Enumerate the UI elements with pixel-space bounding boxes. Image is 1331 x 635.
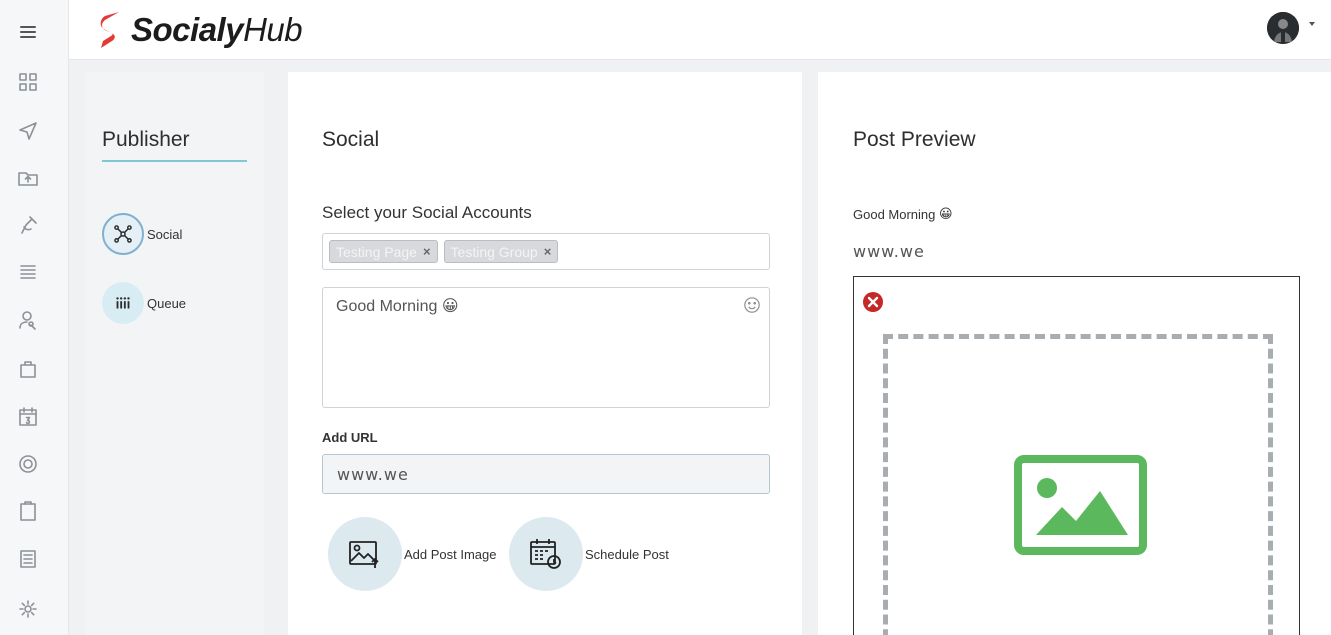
publisher-underline — [102, 160, 247, 162]
post-message-input[interactable]: Good Morning 😀 — [322, 287, 770, 408]
user-avatar-icon — [1267, 12, 1299, 44]
send-icon[interactable] — [14, 117, 42, 145]
add-post-image-label: Add Post Image — [404, 546, 497, 562]
chevron-down-icon[interactable] — [1309, 22, 1315, 26]
document-icon[interactable] — [14, 545, 42, 573]
image-dropzone[interactable] — [883, 334, 1273, 635]
image-placeholder-icon — [1014, 455, 1147, 555]
social-panel: Social Select your Social Accounts Testi… — [288, 72, 802, 635]
preview-title: Post Preview — [853, 128, 976, 151]
nav-item-social[interactable]: Social — [102, 213, 182, 255]
social-accounts-select[interactable]: Testing Page × Testing Group × — [322, 233, 770, 270]
publisher-panel: Publisher Social Queue — [86, 72, 264, 635]
avatar[interactable] — [1267, 12, 1299, 44]
add-post-image-button[interactable]: Add Post Image — [328, 517, 497, 591]
top-header: SocialyHub — [69, 0, 1331, 60]
app-logo[interactable]: SocialyHub — [97, 8, 303, 52]
queue-icon — [102, 282, 144, 324]
preview-image-area — [853, 276, 1300, 635]
list-icon[interactable] — [14, 258, 42, 286]
publisher-title: Publisher — [102, 128, 190, 151]
post-message-text: Good Morning 😀 — [336, 298, 459, 315]
account-tag: Testing Page × — [329, 240, 438, 263]
account-tag: Testing Group × — [443, 240, 559, 263]
schedule-post-button[interactable]: Schedule Post — [509, 517, 669, 591]
calendar-icon[interactable] — [14, 403, 42, 431]
social-title: Social — [322, 128, 380, 151]
dashboard-icon[interactable] — [14, 68, 42, 96]
app-name: SocialyHub — [131, 11, 303, 48]
network-icon — [102, 213, 144, 255]
calendar-clock-icon — [509, 517, 583, 591]
logo-mark-icon — [100, 12, 119, 48]
folder-upload-icon[interactable] — [14, 164, 42, 192]
nav-item-queue[interactable]: Queue — [102, 282, 186, 324]
remove-tag-icon[interactable]: × — [544, 244, 552, 259]
accounts-label: Select your Social Accounts — [322, 203, 532, 222]
clipboard-icon[interactable] — [14, 497, 42, 525]
target-icon[interactable] — [14, 450, 42, 478]
nav-label-queue: Queue — [147, 295, 187, 311]
menu-icon[interactable] — [14, 18, 42, 46]
emoji-picker-icon[interactable] — [743, 296, 761, 314]
preview-url: www.we — [853, 242, 925, 261]
url-label: Add URL — [322, 430, 378, 445]
post-preview-panel: Post Preview Good Morning 😀 www.we — [818, 72, 1331, 635]
gear-icon[interactable] — [14, 595, 42, 623]
remove-image-icon[interactable] — [862, 291, 884, 313]
bag-icon[interactable] — [14, 355, 42, 383]
smiley-icon: 😀 — [939, 206, 953, 221]
left-rail — [0, 0, 69, 635]
remove-tag-icon[interactable]: × — [423, 244, 431, 259]
nav-label-social: Social — [147, 226, 183, 242]
preview-message: Good Morning 😀 — [853, 206, 953, 222]
user-search-icon[interactable] — [14, 306, 42, 334]
satellite-icon[interactable] — [14, 211, 42, 239]
add-image-icon — [328, 517, 402, 591]
url-input[interactable]: www.we — [322, 454, 770, 494]
schedule-post-label: Schedule Post — [585, 546, 669, 562]
